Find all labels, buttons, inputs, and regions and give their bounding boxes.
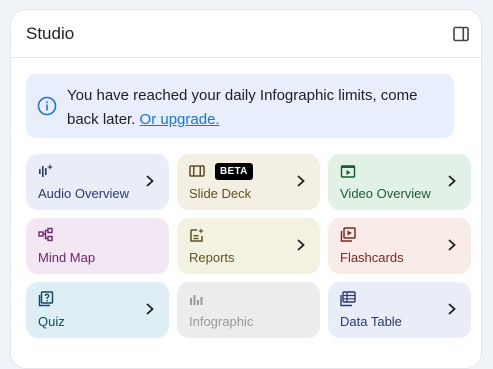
limit-notice: You have reached your daily Infographic … (26, 74, 454, 138)
upgrade-link[interactable]: Or upgrade. (140, 111, 220, 128)
notice-text: You have reached your daily Infographic … (67, 84, 444, 132)
tile-label: Quiz (38, 314, 65, 329)
tile-label: Video Overview (340, 186, 431, 201)
mind-map-tile[interactable]: Mind Map (26, 218, 169, 274)
chevron-right-icon (448, 303, 456, 315)
chevron-right-icon (448, 175, 456, 187)
slide-deck-tile[interactable]: BETA Slide Deck (177, 154, 320, 210)
notice-message: You have reached your daily Infographic … (67, 87, 418, 128)
tile-label: Reports (189, 250, 235, 265)
panel-title: Studio (26, 24, 75, 43)
chevron-right-icon (146, 175, 154, 187)
chevron-right-icon (297, 239, 305, 251)
slides-icon (189, 165, 205, 177)
audio-overview-tile[interactable]: Audio Overview (26, 154, 169, 210)
infographic-tile[interactable]: Infographic (177, 282, 320, 338)
reports-tile[interactable]: Reports (177, 218, 320, 274)
side-panel-icon (453, 26, 469, 42)
beta-badge: BETA (215, 163, 253, 180)
data-table-icon (340, 291, 356, 307)
panel-toggle-button[interactable] (451, 24, 471, 44)
tile-label: Infographic (189, 314, 254, 329)
flashcards-icon (340, 227, 356, 242)
infographic-icon (190, 295, 203, 305)
quiz-icon (38, 291, 54, 307)
tile-label: Slide Deck (189, 186, 252, 201)
audio-waveform-icon (39, 164, 53, 177)
tile-label: Mind Map (38, 250, 96, 265)
reports-icon (190, 228, 204, 242)
chevron-right-icon (146, 303, 154, 315)
tile-label: Flashcards (340, 250, 404, 265)
tile-label: Audio Overview (38, 186, 130, 201)
video-icon (340, 165, 356, 178)
info-icon (37, 96, 57, 116)
video-overview-tile[interactable]: Video Overview (328, 154, 471, 210)
tile-label: Data Table (340, 314, 402, 329)
flashcards-tile[interactable]: Flashcards (328, 218, 471, 274)
data-table-tile[interactable]: Data Table (328, 282, 471, 338)
chevron-right-icon (448, 239, 456, 251)
mind-map-icon (38, 227, 53, 242)
studio-panel: Studio You have reached your daily Infog… (10, 9, 482, 369)
quiz-tile[interactable]: Quiz (26, 282, 169, 338)
studio-header: Studio (11, 10, 481, 58)
chevron-right-icon (297, 175, 305, 187)
